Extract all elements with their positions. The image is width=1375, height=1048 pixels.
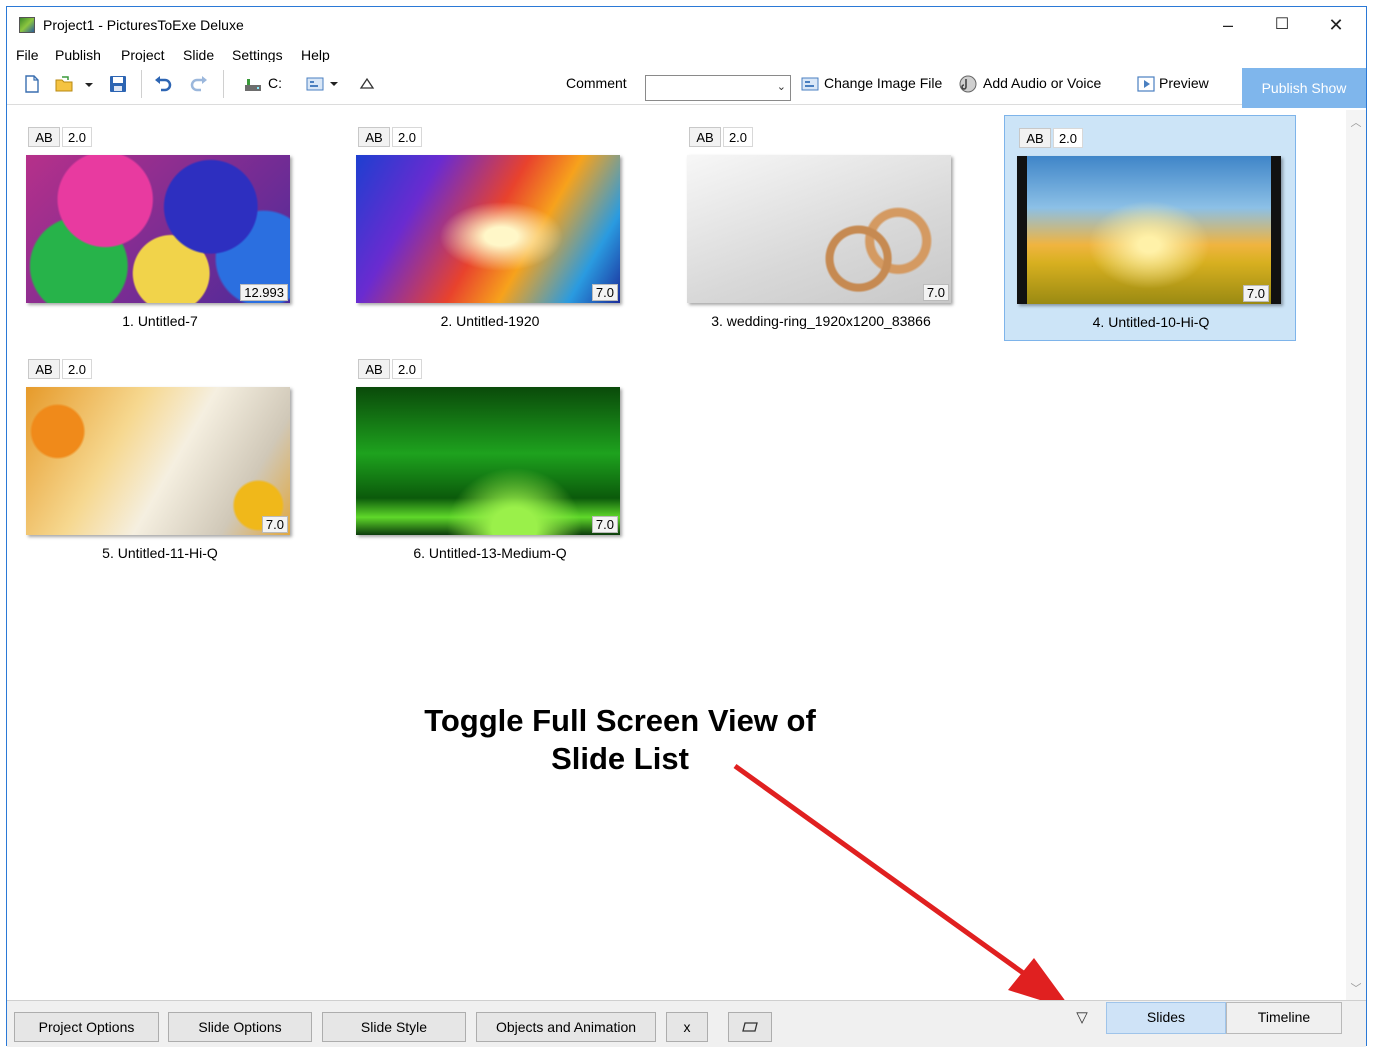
slide-duration[interactable]: 12.993 — [240, 284, 288, 301]
scroll-up-icon[interactable]: ︿ — [1346, 114, 1366, 130]
slide-name: 1. Untitled-7 — [122, 313, 198, 329]
project-options-button[interactable]: Project Options — [14, 1012, 159, 1042]
tab-slides[interactable]: Slides — [1106, 1002, 1226, 1034]
slide-item-selected[interactable]: AB 2.0 7.0 4. Untitled-10-Hi-Q — [1004, 115, 1296, 341]
transition-ab-badge[interactable]: AB — [689, 127, 721, 147]
transition-ab-badge[interactable]: AB — [358, 359, 390, 379]
slide-name: 3. wedding-ring_1920x1200_83866 — [711, 313, 931, 329]
scroll-down-icon[interactable]: ﹀ — [1346, 980, 1366, 996]
change-image-button[interactable]: Change Image File — [824, 75, 942, 91]
transition-ab-badge[interactable]: AB — [28, 359, 60, 379]
drive-label[interactable]: C: — [268, 75, 282, 91]
annotation-text: Toggle Full Screen View of Slide List — [380, 702, 860, 778]
slide-name: 5. Untitled-11-Hi-Q — [102, 545, 218, 561]
menu-project[interactable]: Project — [121, 47, 165, 63]
slide-thumbnail[interactable]: 7.0 — [356, 387, 620, 535]
toggle-full-screen-icon[interactable]: ▽ — [1072, 1008, 1092, 1028]
maximize-button[interactable]: ☐ — [1259, 11, 1305, 39]
slide-options-button[interactable]: Slide Options — [168, 1012, 312, 1042]
undo-icon[interactable] — [153, 74, 173, 94]
slide-name: 4. Untitled-10-Hi-Q — [1092, 314, 1210, 330]
slide-item[interactable]: AB 2.0 7.0 3. wedding-ring_1920x1200_838… — [675, 115, 967, 341]
drive-icon[interactable] — [243, 74, 263, 94]
slide-name: 2. Untitled-1920 — [440, 313, 540, 329]
transition-ab-badge[interactable]: AB — [28, 127, 60, 147]
slide-thumbnail[interactable]: 7.0 — [356, 155, 620, 303]
window-mode-button[interactable] — [728, 1012, 772, 1042]
open-dropdown-icon[interactable] — [82, 74, 96, 94]
vertical-scrollbar[interactable]: ︿ ﹀ — [1346, 110, 1366, 1000]
slide-thumbnail[interactable]: 7.0 — [1017, 156, 1281, 304]
x-button[interactable]: x — [666, 1012, 708, 1042]
transition-duration[interactable]: 2.0 — [723, 127, 753, 147]
objects-animation-button[interactable]: Objects and Animation — [476, 1012, 656, 1042]
transition-duration[interactable]: 2.0 — [392, 359, 422, 379]
save-icon[interactable] — [108, 74, 128, 94]
app-icon — [19, 17, 35, 33]
annotation-line-2: Slide List — [551, 741, 689, 776]
slide-item[interactable]: AB 2.0 12.993 1. Untitled-7 — [14, 115, 306, 341]
slide-duration[interactable]: 7.0 — [591, 516, 618, 533]
window-mode-icon — [742, 1022, 758, 1032]
slide-duration[interactable]: 7.0 — [922, 284, 949, 301]
menu-slide[interactable]: Slide — [183, 47, 214, 63]
slide-duration[interactable]: 7.0 — [261, 516, 288, 533]
view-mode-icon[interactable] — [305, 74, 327, 94]
audio-icon[interactable] — [958, 74, 978, 94]
view-dropdown-icon[interactable] — [328, 74, 340, 94]
transition-duration[interactable]: 2.0 — [62, 127, 92, 147]
chevron-down-icon: ⌄ — [776, 81, 786, 93]
title-bar: Project1 - PicturesToExe Deluxe – ☐ ✕ — [7, 7, 1366, 41]
comment-combo[interactable]: ⌄ — [645, 75, 791, 101]
transition-duration[interactable]: 2.0 — [392, 127, 422, 147]
transition-duration[interactable]: 2.0 — [62, 359, 92, 379]
change-image-icon[interactable] — [800, 74, 820, 94]
transition-duration[interactable]: 2.0 — [1053, 128, 1083, 148]
menu-publish[interactable]: Publish — [55, 47, 101, 63]
window-title: Project1 - PicturesToExe Deluxe — [43, 17, 244, 33]
menu-file[interactable]: File — [16, 47, 39, 63]
new-file-icon[interactable] — [22, 74, 42, 94]
slide-thumbnail[interactable]: 12.993 — [26, 155, 290, 303]
preview-button[interactable]: Preview — [1159, 75, 1209, 91]
open-folder-icon[interactable] — [54, 74, 74, 94]
menu-settings[interactable]: Settings — [232, 47, 283, 63]
minimize-button[interactable]: – — [1205, 11, 1251, 39]
publish-show-button[interactable]: Publish Show — [1242, 68, 1366, 108]
preview-icon[interactable] — [1136, 74, 1156, 94]
tab-timeline[interactable]: Timeline — [1226, 1002, 1342, 1034]
slide-name: 6. Untitled-13-Medium-Q — [413, 545, 567, 561]
slide-item[interactable]: AB 2.0 7.0 2. Untitled-1920 — [344, 115, 636, 341]
slide-style-button[interactable]: Slide Style — [322, 1012, 466, 1042]
slide-duration[interactable]: 7.0 — [1242, 285, 1269, 302]
slide-item[interactable]: AB 2.0 7.0 5. Untitled-11-Hi-Q — [14, 347, 306, 573]
redo-icon[interactable] — [189, 74, 209, 94]
triangle-up-icon[interactable] — [357, 74, 377, 94]
slide-list: AB 2.0 12.993 1. Untitled-7 AB 2.0 7.0 2… — [7, 110, 1346, 1000]
slide-item[interactable]: AB 2.0 7.0 6. Untitled-13-Medium-Q — [344, 347, 636, 573]
transition-ab-badge[interactable]: AB — [1019, 128, 1051, 148]
comment-label: Comment — [566, 75, 627, 91]
close-button[interactable]: ✕ — [1313, 11, 1359, 39]
slide-thumbnail[interactable]: 7.0 — [26, 387, 290, 535]
annotation-line-1: Toggle Full Screen View of — [424, 703, 816, 738]
transition-ab-badge[interactable]: AB — [358, 127, 390, 147]
slide-thumbnail[interactable]: 7.0 — [687, 155, 951, 303]
add-audio-button[interactable]: Add Audio or Voice — [983, 75, 1101, 91]
slide-duration[interactable]: 7.0 — [591, 284, 618, 301]
menu-help[interactable]: Help — [301, 47, 330, 63]
